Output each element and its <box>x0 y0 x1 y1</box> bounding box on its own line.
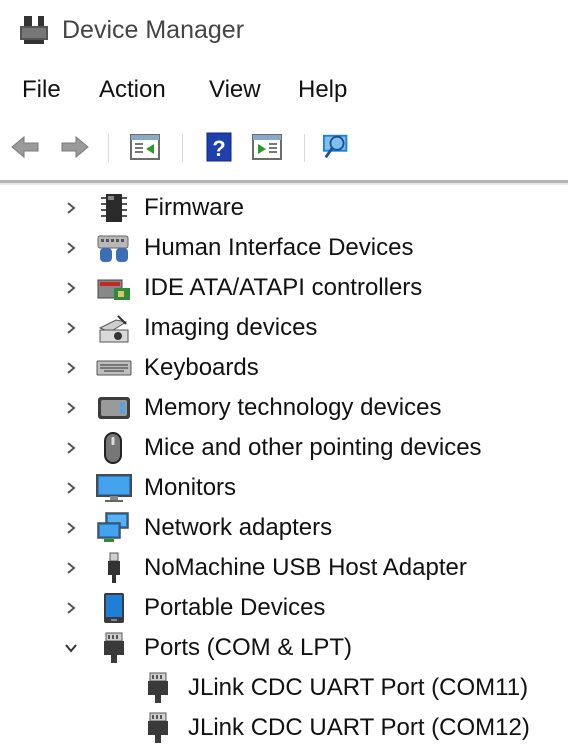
ide-controller-icon <box>97 279 130 300</box>
toolbar: ? <box>0 120 568 174</box>
update-driver-icon <box>252 134 282 160</box>
tree-node-nomachine[interactable]: NoMachine USB Host Adapter <box>0 548 568 588</box>
tree-label: Portable Devices <box>144 594 326 621</box>
tree-node-ide[interactable]: IDE ATA/ATAPI controllers <box>0 268 568 308</box>
chevron-right-icon[interactable] <box>62 598 80 618</box>
tree-label: Monitors <box>144 474 237 501</box>
scan-hardware-icon <box>322 134 348 159</box>
tree-label: Mice and other pointing devices <box>144 434 482 461</box>
properties-icon <box>130 134 160 160</box>
tree-label: JLink CDC UART Port (COM12) <box>188 714 530 741</box>
chevron-right-icon[interactable] <box>62 198 80 218</box>
help-button[interactable]: ? <box>204 132 234 162</box>
help-icon: ? <box>206 132 232 162</box>
chevron-right-icon[interactable] <box>62 318 80 338</box>
tree-node-imaging[interactable]: Imaging devices <box>0 308 568 348</box>
title-bar: Device Manager <box>0 0 568 64</box>
tree-node-com11[interactable]: JLink CDC UART Port (COM11) <box>0 668 568 708</box>
port-icon <box>148 672 168 703</box>
hid-icon <box>97 235 129 262</box>
forward-arrow-icon <box>61 135 89 159</box>
menu-action[interactable]: Action <box>99 76 166 104</box>
chevron-right-icon[interactable] <box>62 278 80 298</box>
tree-label: Memory technology devices <box>144 394 442 421</box>
tree-label: Human Interface Devices <box>144 234 414 261</box>
usb-plug-icon <box>108 552 120 583</box>
tree-label: NoMachine USB Host Adapter <box>144 554 467 581</box>
chip-icon <box>101 194 127 222</box>
svg-text:?: ? <box>212 136 225 161</box>
chevron-down-icon[interactable] <box>62 638 80 658</box>
mouse-icon <box>104 432 122 464</box>
network-icon <box>97 512 129 542</box>
chevron-right-icon[interactable] <box>62 558 80 578</box>
update-driver-button[interactable] <box>252 132 282 162</box>
tree-node-hid[interactable]: Human Interface Devices <box>0 228 568 268</box>
forward-button[interactable] <box>60 132 90 162</box>
tree-node-mice[interactable]: Mice and other pointing devices <box>0 428 568 468</box>
device-manager-icon <box>18 14 50 46</box>
tree-label: Keyboards <box>144 354 259 381</box>
menu-bar: File Action View Help <box>0 72 568 112</box>
properties-button[interactable] <box>130 132 160 162</box>
toolbar-separator <box>182 134 183 162</box>
tree-node-ports[interactable]: Ports (COM & LPT) <box>0 628 568 668</box>
monitor-icon <box>96 474 132 502</box>
tree-node-firmware[interactable]: Firmware <box>0 188 568 228</box>
back-arrow-icon <box>11 135 39 159</box>
menu-help[interactable]: Help <box>298 76 347 104</box>
toolbar-separator <box>108 134 109 162</box>
tree-label: Firmware <box>144 194 244 221</box>
tree-node-network[interactable]: Network adapters <box>0 508 568 548</box>
tree-label: JLink CDC UART Port (COM11) <box>188 674 529 701</box>
tree-node-portable[interactable]: Portable Devices <box>0 588 568 628</box>
window-title: Device Manager <box>62 16 245 44</box>
tree-label: Imaging devices <box>144 314 318 341</box>
scan-hardware-button[interactable] <box>322 132 352 162</box>
camera-icon <box>98 315 129 343</box>
chevron-right-icon[interactable] <box>62 438 80 458</box>
menu-file[interactable]: File <box>22 76 61 104</box>
tree-label: IDE ATA/ATAPI controllers <box>144 274 423 301</box>
tree-node-memory[interactable]: Memory technology devices <box>0 388 568 428</box>
portable-device-icon <box>104 593 124 623</box>
chevron-right-icon[interactable] <box>62 238 80 258</box>
keyboard-icon <box>96 360 132 376</box>
tree-label: Ports (COM & LPT) <box>144 634 353 661</box>
memory-card-icon <box>98 397 130 419</box>
tree-node-com12[interactable]: JLink CDC UART Port (COM12) <box>0 708 568 748</box>
chevron-right-icon[interactable] <box>62 518 80 538</box>
tree-label: Network adapters <box>144 514 333 541</box>
port-icon <box>104 632 124 663</box>
chevron-right-icon[interactable] <box>62 478 80 498</box>
menu-view[interactable]: View <box>209 76 261 104</box>
chevron-right-icon[interactable] <box>62 358 80 378</box>
chevron-right-icon[interactable] <box>62 398 80 418</box>
tree-node-monitors[interactable]: Monitors <box>0 468 568 508</box>
back-button[interactable] <box>10 132 40 162</box>
toolbar-divider-shadow <box>0 183 568 185</box>
toolbar-separator <box>304 134 305 162</box>
port-icon <box>148 712 168 743</box>
tree-node-keyboards[interactable]: Keyboards <box>0 348 568 388</box>
